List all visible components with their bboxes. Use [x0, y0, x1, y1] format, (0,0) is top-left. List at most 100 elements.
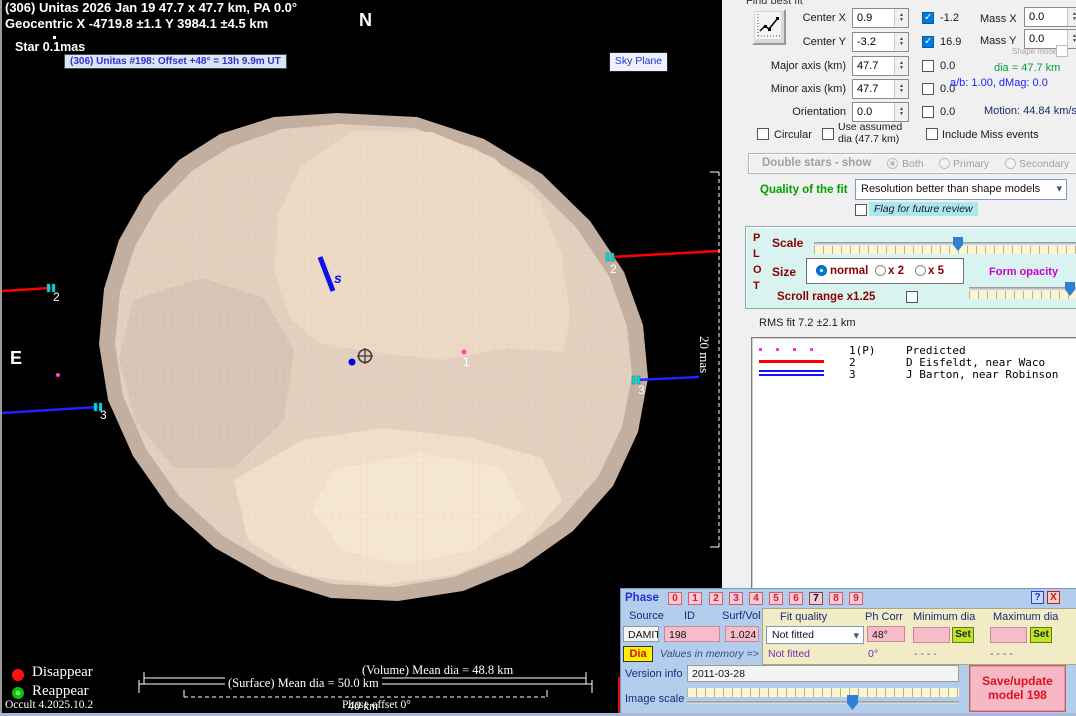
chord-3-left[interactable] — [2, 403, 102, 413]
plot-controls-panel: P L O T Scale Size normal x 2 x 5 Form o… — [745, 226, 1076, 309]
chord-2-right[interactable] — [606, 251, 720, 261]
event-tooltip: (306) Unitas #198: Offset +48° = 13h 9.9… — [64, 54, 287, 69]
center-y-uncertainty: 16.9 — [940, 36, 961, 48]
scroll-range-checkbox[interactable] — [906, 291, 918, 303]
center-x-checkbox[interactable] — [922, 12, 934, 24]
list-item[interactable]: 1(P) Predicted — [752, 344, 1076, 356]
double-primary-radio[interactable] — [939, 158, 950, 169]
fitted-center-dot — [349, 359, 356, 366]
phase-button-8[interactable]: 8 — [829, 592, 843, 605]
phase-button-7[interactable]: 7 — [809, 592, 823, 605]
image-scale-thumb[interactable] — [847, 695, 858, 710]
min-dia-swatch[interactable] — [913, 627, 950, 643]
minor-axis-spinner[interactable]: ▲▼ — [894, 80, 908, 98]
center-y-input[interactable]: -3.2 ▲▼ — [852, 32, 909, 52]
major-axis-spinner[interactable]: ▲▼ — [894, 57, 908, 75]
volume-scale-label: (Volume) Mean dia = 48.8 km — [362, 663, 513, 678]
sky-plane-plot: (306) Unitas 2026 Jan 19 47.7 x 47.7 km,… — [0, 0, 722, 716]
mass-x-input[interactable]: 0.0 ▲▼ — [1024, 7, 1076, 27]
help-button[interactable]: ? — [1031, 591, 1044, 604]
size-normal-radio[interactable] — [816, 265, 827, 276]
orientation-input[interactable]: 0.0 ▲▼ — [852, 102, 909, 122]
sky-plane-button[interactable]: Sky Plane — [609, 52, 668, 72]
minor-axis-checkbox[interactable] — [922, 83, 934, 95]
save-update-model-button[interactable]: Save/update model 198 — [969, 665, 1066, 712]
phase-button-0[interactable]: 0 — [668, 592, 682, 605]
center-y-label: Center Y — [780, 36, 846, 48]
ph-corr-field[interactable]: 48° — [867, 626, 905, 642]
observer-number: 3 — [849, 368, 856, 381]
major-axis-input[interactable]: 47.7 ▲▼ — [852, 56, 909, 76]
phase-button-2[interactable]: 2 — [709, 592, 723, 605]
save-button-line2: model 198 — [970, 688, 1065, 702]
flag-review-checkbox[interactable] — [855, 204, 867, 216]
center-y-spinner[interactable]: ▲▼ — [894, 33, 908, 51]
scale-slider-track[interactable] — [814, 242, 1076, 245]
major-axis-checkbox[interactable] — [922, 60, 934, 72]
close-button[interactable]: X — [1047, 591, 1060, 604]
mass-y-input[interactable]: 0.0 ▲▼ — [1024, 29, 1076, 49]
size-x5-radio[interactable] — [915, 265, 926, 276]
reappear-label: Reappear — [32, 683, 89, 700]
minor-axis-input[interactable]: 47.7 ▲▼ — [852, 79, 909, 99]
mass-y-spinner[interactable]: ▲▼ — [1067, 30, 1076, 48]
circular-checkbox[interactable] — [757, 128, 769, 140]
center-y-checkbox[interactable] — [922, 36, 934, 48]
double-secondary-radio[interactable] — [1005, 158, 1016, 169]
size-x5-label: x 5 — [928, 265, 944, 277]
double-both-radio[interactable] — [887, 158, 898, 169]
mass-x-spinner[interactable]: ▲▼ — [1067, 8, 1076, 26]
orientation-uncertainty: 0.0 — [940, 106, 955, 118]
image-scale-track[interactable] — [687, 701, 959, 704]
plot-letter-p: P — [753, 232, 760, 244]
list-item[interactable]: 2 D Eisfeldt, near Waco — [752, 356, 1076, 368]
size-x2-radio[interactable] — [875, 265, 886, 276]
surfvol-field[interactable]: 1.024 — [725, 626, 759, 642]
chord-2-right-label: 2 — [610, 262, 617, 276]
asteroid-plot-canvas — [2, 0, 724, 716]
dia-button[interactable]: Dia — [623, 646, 653, 662]
quality-dropdown[interactable]: Resolution better than shape models ▾ — [855, 179, 1067, 200]
center-x-input[interactable]: 0.9 ▲▼ — [852, 8, 909, 28]
form-opacity-ticks — [969, 291, 1076, 299]
orientation-value: 0.0 — [853, 103, 894, 121]
center-x-spinner[interactable]: ▲▼ — [894, 9, 908, 27]
set-max-dia-button[interactable]: Set — [1030, 627, 1052, 643]
orientation-checkbox[interactable] — [922, 106, 934, 118]
fit-chart-icon — [754, 11, 782, 41]
phase-button-9[interactable]: 9 — [849, 592, 863, 605]
fit-quality-value: Not fitted — [772, 629, 814, 641]
set-min-dia-button[interactable]: Set — [952, 627, 974, 643]
form-opacity-label: Form opacity — [989, 266, 1058, 278]
shape-model-checkbox[interactable] — [1056, 45, 1068, 57]
orientation-spinner[interactable]: ▲▼ — [894, 103, 908, 121]
plot-letter-o: O — [753, 264, 762, 276]
memory-label: Values in memory => — [660, 648, 759, 660]
phase-button-5[interactable]: 5 — [769, 592, 783, 605]
size-x2-label: x 2 — [888, 265, 904, 277]
version-info-field[interactable]: 2011-03-28 — [687, 665, 959, 682]
mass-y-label: Mass Y — [980, 35, 1016, 47]
double-stars-label: Double stars - show — [762, 157, 871, 169]
major-axis-value: 47.7 — [853, 57, 894, 75]
min-dia-header: Minimum dia — [913, 611, 975, 623]
phase-button-3[interactable]: 3 — [729, 592, 743, 605]
max-dia-swatch[interactable] — [990, 627, 1027, 643]
form-opacity-track[interactable] — [969, 287, 1076, 290]
fit-quality-dropdown[interactable]: Not fitted ▾ — [766, 626, 864, 644]
observer-list[interactable]: 1(P) Predicted 2 D Eisfeldt, near Waco 3… — [751, 337, 1076, 588]
phase-button-1[interactable]: 1 — [688, 592, 702, 605]
double-both-label: Both — [902, 158, 924, 170]
phase-button-4[interactable]: 4 — [749, 592, 763, 605]
quality-label: Quality of the fit — [760, 184, 848, 196]
image-scale-ticks — [687, 688, 959, 697]
phase-button-6[interactable]: 6 — [789, 592, 803, 605]
use-assumed-dia-checkbox[interactable] — [822, 128, 834, 140]
model-id-field[interactable]: 198 — [664, 626, 720, 642]
plot-title: (306) Unitas 2026 Jan 19 47.7 x 47.7 km,… — [5, 0, 297, 15]
include-miss-checkbox[interactable] — [926, 128, 938, 140]
chord-2-left[interactable] — [2, 284, 55, 292]
disappear-label: Disappear — [32, 664, 93, 681]
list-item[interactable]: 3 J Barton, near Robinson — [752, 368, 1076, 380]
chord-2-left-label: 2 — [53, 290, 60, 304]
